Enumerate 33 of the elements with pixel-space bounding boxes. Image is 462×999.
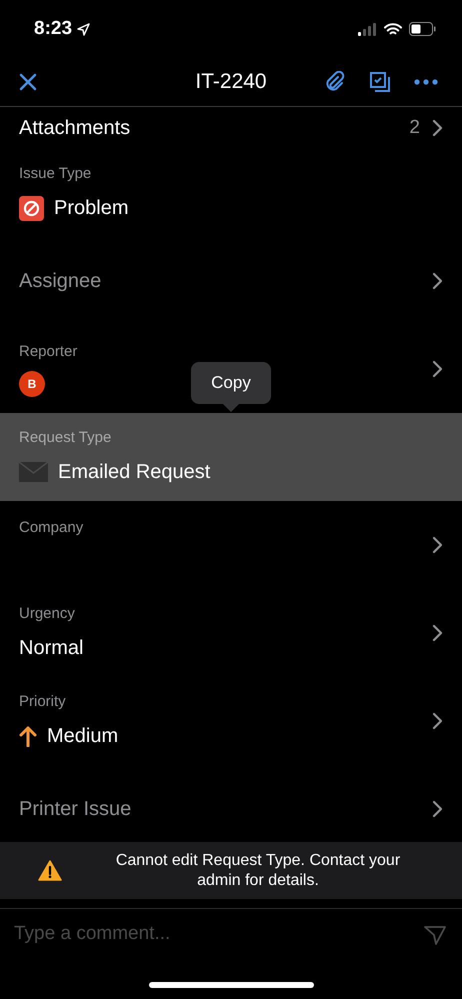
arrow-up-icon bbox=[19, 725, 37, 748]
location-arrow-icon bbox=[77, 22, 90, 36]
signal-icon bbox=[358, 22, 377, 36]
field-value: Normal bbox=[19, 636, 84, 662]
field-label: Assignee bbox=[19, 269, 102, 294]
comment-field[interactable]: Type a comment... bbox=[14, 920, 416, 949]
checklist-icon[interactable] bbox=[370, 72, 390, 92]
attachment-count: 2 bbox=[409, 116, 420, 140]
field-value: Medium bbox=[47, 724, 118, 750]
warning-icon bbox=[38, 860, 62, 881]
field-label: Priority bbox=[19, 692, 67, 712]
field-label: Issue Type bbox=[19, 164, 92, 184]
more-icon[interactable] bbox=[414, 79, 438, 85]
wifi-icon bbox=[384, 22, 402, 36]
status-time: 8:23 bbox=[34, 16, 72, 41]
envelope-icon bbox=[19, 462, 48, 482]
blocked-icon bbox=[19, 196, 44, 221]
paperclip-icon[interactable] bbox=[324, 71, 346, 93]
tooltip-pointer-icon bbox=[223, 404, 239, 412]
field-label: Reporter bbox=[19, 342, 78, 362]
field-label: Urgency bbox=[19, 604, 76, 624]
issue-title: IT-2240 bbox=[195, 69, 267, 96]
toast-message: Cannot edit Request Type. Contact your admin for details. bbox=[114, 850, 402, 890]
field-label: Printer Issue bbox=[19, 797, 132, 822]
field-label: Request Type bbox=[19, 428, 112, 448]
copy-tooltip[interactable]: Copy bbox=[191, 362, 271, 404]
field-label: Attachments bbox=[19, 116, 130, 141]
field-value: Emailed Request bbox=[58, 460, 210, 486]
avatar: B bbox=[19, 371, 45, 398]
field-value: Problem bbox=[54, 196, 128, 222]
battery-icon bbox=[409, 22, 436, 36]
close-button[interactable] bbox=[18, 72, 38, 92]
field-label: Company bbox=[19, 518, 84, 538]
